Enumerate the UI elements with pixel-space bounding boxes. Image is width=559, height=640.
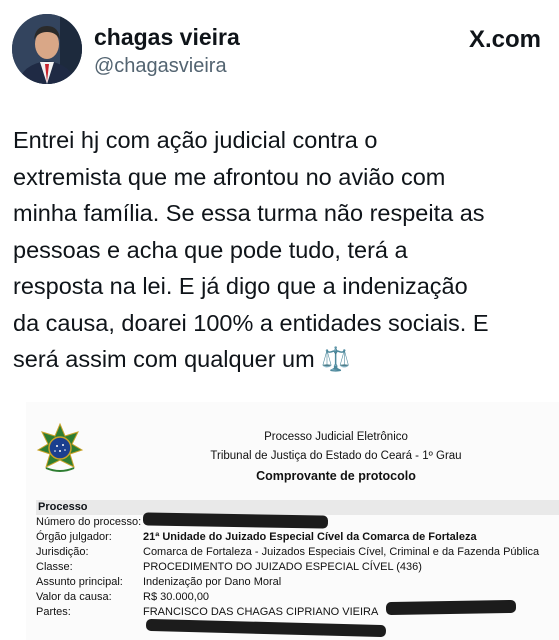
- field-row: Assunto principal: Indenização por Dano …: [36, 575, 559, 590]
- field-value: Indenização por Dano Moral: [143, 576, 282, 588]
- field-label: Número do processo:: [36, 516, 142, 528]
- tweet-text: Entrei hj com ação judicial contra o ext…: [13, 127, 489, 372]
- field-label: Classe:: [36, 561, 73, 573]
- field-row: Classe: PROCEDIMENTO DO JUIZADO ESPECIAL…: [36, 560, 559, 575]
- field-label: Valor da causa:: [36, 591, 112, 603]
- platform-brand: X.com: [469, 26, 541, 54]
- doc-header-court: Tribunal de Justiça do Estado do Ceará -…: [210, 450, 462, 462]
- avatar[interactable]: [12, 14, 82, 84]
- tweet-header: chagas vieira @chagasvieira X.com: [0, 0, 559, 100]
- redaction-mark: [145, 618, 387, 638]
- redaction-mark: [385, 599, 517, 616]
- author-name[interactable]: chagas vieira: [94, 24, 240, 51]
- section-title: Processo: [36, 500, 559, 515]
- field-label: Jurisdição:: [36, 546, 89, 558]
- field-value: Comarca de Fortaleza - Juizados Especiai…: [143, 546, 540, 558]
- field-row: Jurisdição: Comarca de Fortaleza - Juiza…: [36, 545, 559, 560]
- doc-header-title: Comprovante de protocolo: [256, 469, 416, 483]
- brazil-coat-of-arms-icon: [36, 422, 84, 472]
- field-row: Órgão julgador: 21ª Unidade do Juizado E…: [36, 530, 559, 545]
- field-label: Partes:: [36, 606, 71, 618]
- author-handle[interactable]: @chagasvieira: [94, 55, 227, 78]
- platform-label: X.com: [468, 26, 541, 53]
- field-label: Órgão julgador:: [36, 531, 112, 543]
- field-value: PROCEDIMENTO DO JUIZADO ESPECIAL CÍVEL (…: [143, 561, 422, 573]
- avatar-photo: [12, 14, 82, 84]
- court-receipt-image: Processo Judicial Eletrônico Tribunal de…: [26, 402, 559, 640]
- field-value: 21ª Unidade do Juizado Especial Cível da…: [143, 531, 477, 543]
- field-label: Assunto principal:: [36, 576, 123, 588]
- doc-header-system: Processo Judicial Eletrônico: [264, 431, 408, 443]
